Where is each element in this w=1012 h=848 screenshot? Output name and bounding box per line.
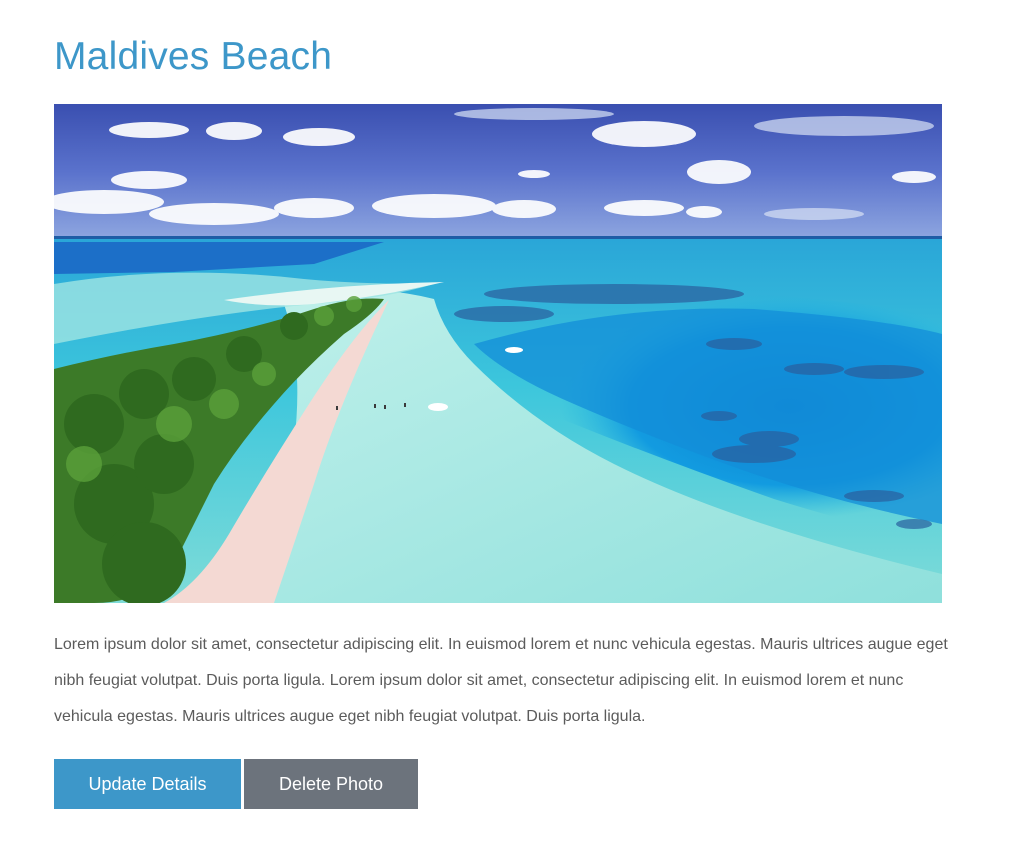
update-details-button[interactable]: Update Details (54, 759, 241, 809)
delete-photo-button[interactable]: Delete Photo (244, 759, 418, 809)
photo-description: Lorem ipsum dolor sit amet, consectetur … (54, 636, 948, 725)
beach-photo (54, 104, 942, 603)
photo-detail-page: Maldives Beach Lorem ipsum dolor sit ame… (54, 0, 948, 809)
action-bar: Update Details Delete Photo (54, 759, 418, 809)
page-title: Maldives Beach (54, 35, 333, 78)
